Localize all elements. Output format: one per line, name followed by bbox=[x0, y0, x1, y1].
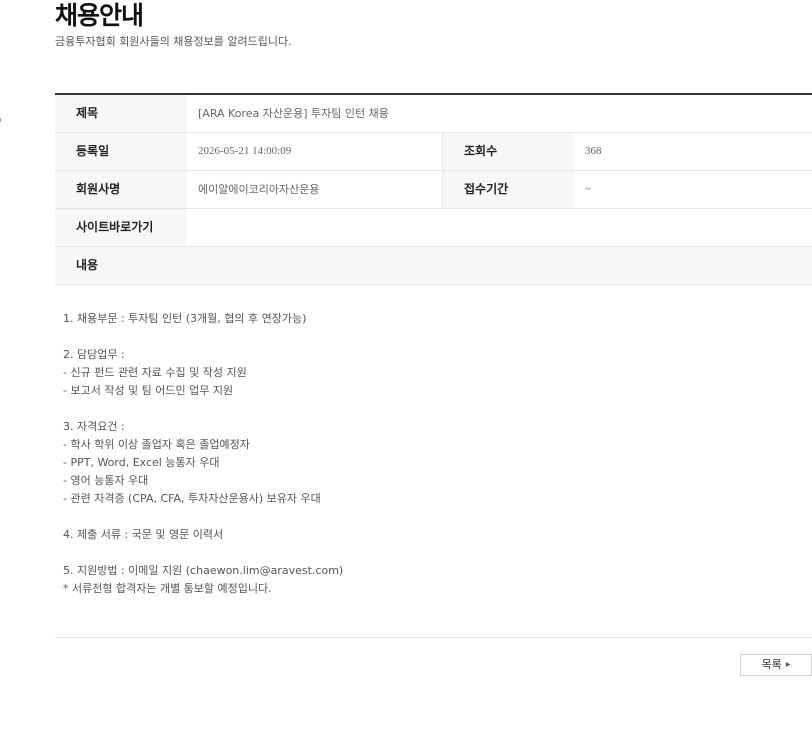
title-label: 제목 bbox=[55, 95, 187, 132]
site-label: 사이트바로가기 bbox=[55, 209, 187, 246]
company-row: 회원사명 에이알에이코리아자산운용 접수기간 ~ bbox=[55, 171, 812, 209]
content-line: - 영어 능통자 우대 bbox=[63, 474, 149, 487]
job-detail-table: 제목 [ARA Korea 자산운용] 투자팀 인턴 채용 등록일 2026-0… bbox=[55, 93, 812, 285]
content-line bbox=[63, 544, 803, 562]
content-line: 3. 자격요건 : bbox=[63, 420, 125, 433]
company-value: 에이알에이코리아자산운용 bbox=[198, 183, 320, 196]
content-line: - PPT, Word, Excel 능통자 우대 bbox=[63, 456, 220, 469]
caret-right-icon: ▶ bbox=[785, 661, 791, 668]
content-line: - 신규 펀드 관련 자료 수집 및 작성 지원 bbox=[63, 366, 247, 379]
content-line: 5. 지원방법 : 이메일 지원 (chaewon.lim@aravest.co… bbox=[63, 564, 344, 577]
views-label: 조회수 bbox=[442, 133, 574, 170]
content-header-row: 내용 bbox=[55, 247, 812, 285]
page-title: 채용안내 bbox=[55, 1, 144, 30]
views-value: 368 bbox=[585, 145, 602, 157]
content-line: 4. 제출 서류 : 국문 및 영문 이력서 bbox=[63, 528, 224, 541]
content-line bbox=[63, 508, 803, 526]
content-line: - 관련 자격증 (CPA, CFA, 투자자산운용사) 보유자 우대 bbox=[63, 492, 321, 505]
period-label: 접수기간 bbox=[442, 171, 574, 208]
list-button[interactable]: 목록 ▶ bbox=[740, 654, 812, 676]
job-content: 1. 채용부문 : 투자팀 인턴 (3개월, 협의 후 연장가능) 2. 담당업… bbox=[63, 310, 803, 598]
page-subtitle: 금융투자협회 회원사들의 채용정보를 알려드립니다. bbox=[55, 35, 292, 48]
reg-date-label: 등록일 bbox=[55, 133, 187, 170]
period-value: ~ bbox=[585, 183, 591, 195]
title-value: [ARA Korea 자산운용] 투자팀 인턴 채용 bbox=[198, 107, 389, 120]
content-divider bbox=[55, 637, 812, 638]
site-link[interactable] bbox=[187, 209, 812, 246]
reg-date-row: 등록일 2026-05-21 14:00:09 조회수 368 bbox=[55, 133, 812, 171]
content-line: 1. 채용부문 : 투자팀 인턴 (3개월, 협의 후 연장가능) bbox=[63, 312, 307, 325]
site-row: 사이트바로가기 bbox=[55, 209, 812, 247]
content-line: * 서류전형 합격자는 개별 통보할 예정입니다. bbox=[63, 582, 272, 595]
content-line: - 보고서 작성 및 팀 어드민 업무 지원 bbox=[63, 384, 234, 397]
company-label: 회원사명 bbox=[55, 171, 187, 208]
reg-date-value: 2026-05-21 14:00:09 bbox=[198, 145, 292, 157]
title-row: 제목 [ARA Korea 자산운용] 투자팀 인턴 채용 bbox=[55, 95, 812, 133]
content-line: - 학사 학위 이상 졸업자 혹은 졸업예정자 bbox=[63, 438, 250, 451]
list-button-label: 목록 bbox=[761, 658, 782, 671]
content-line bbox=[63, 328, 803, 346]
content-line: 2. 담당업무 : bbox=[63, 348, 125, 361]
content-line bbox=[63, 400, 803, 418]
content-label: 내용 bbox=[55, 247, 812, 284]
edge-scroll-mark bbox=[0, 118, 3, 122]
